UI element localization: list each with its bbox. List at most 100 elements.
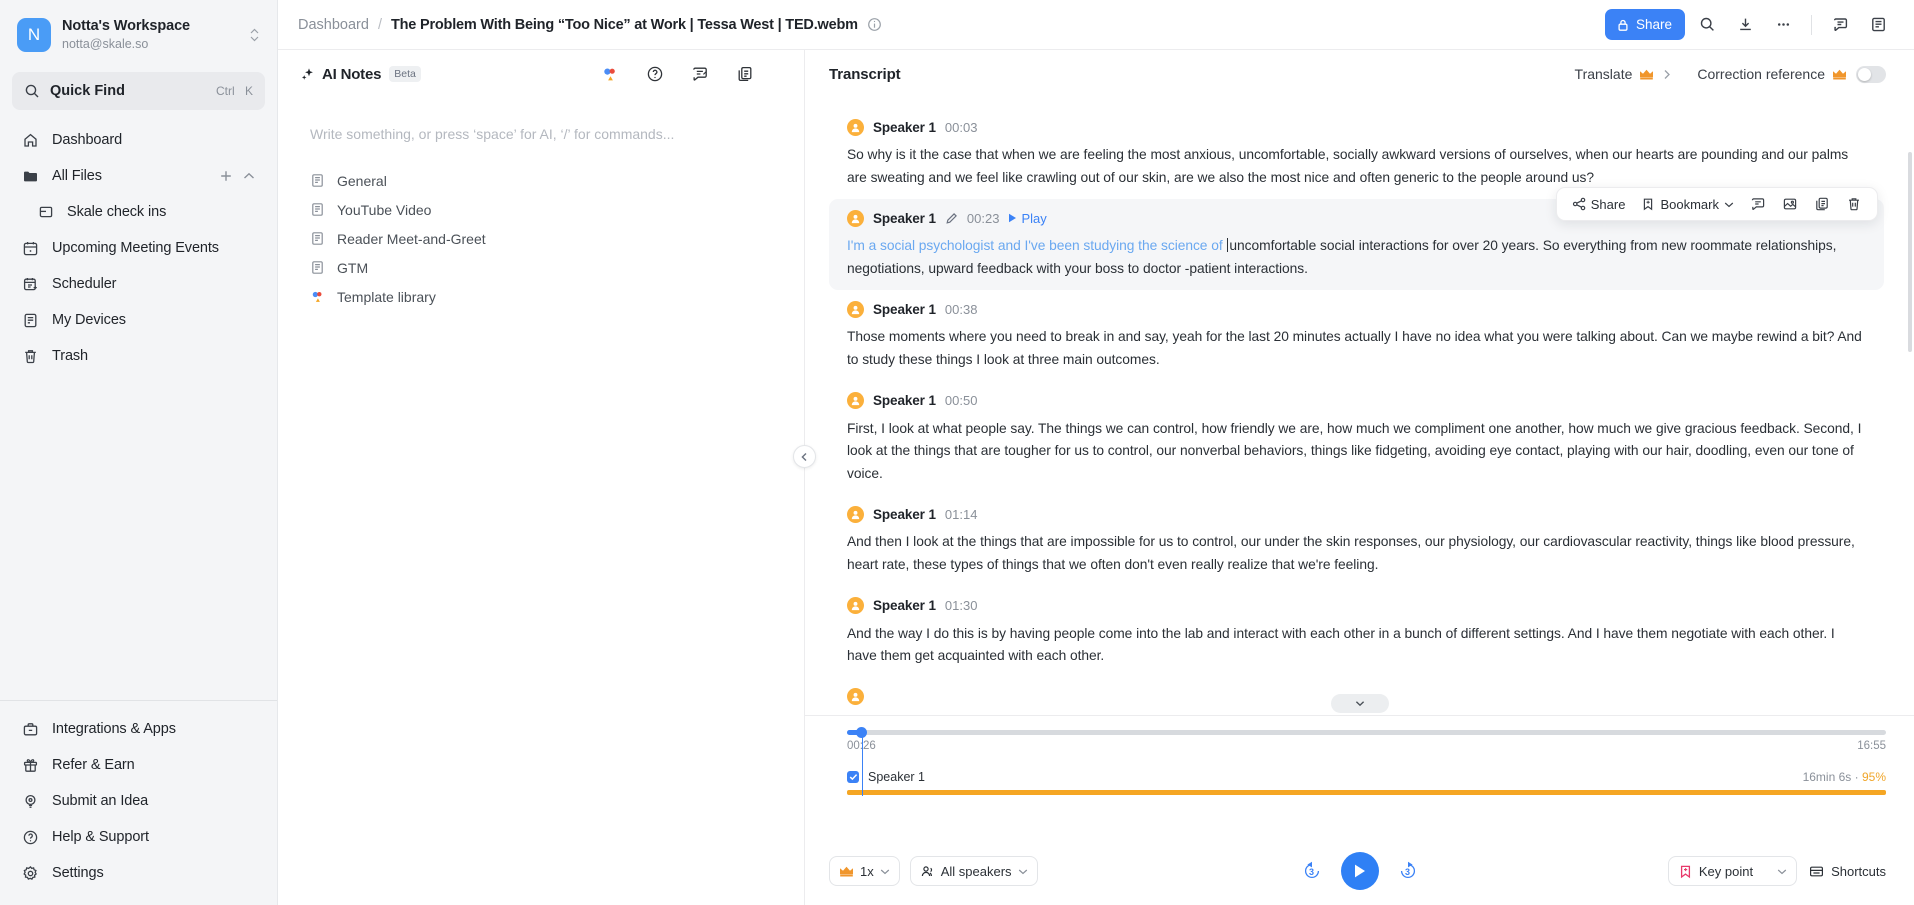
play-button[interactable]	[1340, 852, 1379, 890]
key-point-selector[interactable]: Key point	[1667, 856, 1798, 886]
speaker-track-checkbox[interactable]	[847, 771, 859, 783]
segment-copy-button[interactable]	[1806, 190, 1838, 218]
transcript-segment-active[interactable]: Share Bookmark Speaker 1 00:23 Play I'm …	[829, 187, 1884, 291]
note-item-template-library[interactable]: Template library	[310, 282, 772, 311]
sidebar-item-upcoming-meeting-events[interactable]: Upcoming Meeting Events	[12, 230, 265, 266]
chevron-up-icon[interactable]	[243, 172, 255, 180]
template-library-icon[interactable]	[601, 65, 619, 83]
speaker-name: Speaker 1	[873, 598, 936, 614]
segment-timestamp[interactable]: 01:14	[945, 507, 978, 522]
segment-play-button[interactable]: Play	[1008, 211, 1047, 226]
sidebar-item-label: Help & Support	[52, 829, 149, 845]
help-circle-icon[interactable]	[646, 65, 664, 83]
sidebar-item-help-support[interactable]: Help & Support	[12, 819, 265, 855]
speaker-filter-selector[interactable]: All speakers	[909, 856, 1038, 886]
playback-speed-selector[interactable]: 1x	[829, 856, 900, 886]
comment-icon[interactable]	[1824, 9, 1856, 41]
transcript-scroll-area[interactable]: Speaker 1 00:03 So why is it the case th…	[805, 98, 1914, 715]
sidebar-bottom-nav: Integrations & Apps Refer & Earn Submit …	[0, 700, 277, 905]
sidebar-item-my-devices[interactable]: My Devices	[12, 302, 265, 338]
player-timeline: 00:26 16:55 Speaker 1 16min 6s ·	[805, 715, 1914, 837]
sidebar-item-label: Dashboard	[52, 132, 123, 148]
segment-timestamp[interactable]: 00:50	[945, 393, 978, 408]
segment-text[interactable]: And then I look at the things that are i…	[847, 531, 1866, 576]
edit-speaker-icon[interactable]	[945, 212, 958, 225]
copy-icon[interactable]	[736, 65, 754, 83]
segment-text[interactable]: Those moments where you need to break in…	[847, 326, 1866, 371]
note-item-gtm[interactable]: GTM	[310, 253, 772, 282]
segment-text[interactable]: First, I look at what people say. The th…	[847, 418, 1866, 486]
segment-timestamp[interactable]: 00:03	[945, 120, 978, 135]
download-icon[interactable]	[1729, 9, 1761, 41]
segment-image-button[interactable]	[1774, 190, 1806, 218]
sidebar-item-dashboard[interactable]: Dashboard	[12, 122, 265, 158]
timeline-track[interactable]	[847, 727, 1886, 738]
note-item-reader-meet-and-greet[interactable]: Reader Meet-and-Greet	[310, 224, 772, 253]
crown-icon	[1832, 68, 1847, 80]
transcript-segment[interactable]: Speaker 1 00:38 Those moments where you …	[829, 290, 1884, 381]
note-item-youtube-video[interactable]: YouTube Video	[310, 195, 772, 224]
segment-text[interactable]: I'm a social psychologist and I've been …	[847, 235, 1866, 280]
quick-find-button[interactable]: Quick Find Ctrl K	[12, 72, 265, 110]
speaker-track-sep: ·	[1854, 770, 1859, 784]
forward-3s-button[interactable]: 3	[1397, 860, 1419, 882]
transcript-segment[interactable]: Speaker 1 00:03 So why is it the case th…	[829, 108, 1884, 199]
breadcrumb-dashboard[interactable]: Dashboard	[298, 17, 369, 33]
segment-share-button[interactable]: Share	[1564, 190, 1634, 218]
plus-icon[interactable]	[219, 169, 233, 183]
rewind-3s-button[interactable]: 3	[1301, 860, 1323, 882]
note-item-general[interactable]: General	[310, 166, 772, 195]
briefcase-icon	[22, 721, 39, 738]
panel-icon[interactable]	[1862, 9, 1894, 41]
correction-reference-toggle[interactable]: Correction reference	[1697, 65, 1886, 83]
segment-comment-button[interactable]	[1742, 190, 1774, 218]
segment-delete-button[interactable]	[1838, 190, 1870, 218]
segment-bookmark-button[interactable]: Bookmark	[1633, 190, 1742, 218]
sidebar-item-submit-an-idea[interactable]: Submit an Idea	[12, 783, 265, 819]
trash-icon	[22, 348, 39, 365]
player-transport: 3 3	[1301, 852, 1419, 890]
sidebar-item-label: All Files	[52, 168, 102, 184]
sidebar-item-trash[interactable]: Trash	[12, 338, 265, 374]
transcript-segment[interactable]: Speaker 1 01:30 And the way I do this is…	[829, 587, 1884, 678]
doc-icon	[310, 231, 325, 246]
segment-text[interactable]: So why is it the case that when we are f…	[847, 144, 1866, 189]
sidebar-item-integrations-apps[interactable]: Integrations & Apps	[12, 711, 265, 747]
speaker-name: Speaker 1	[873, 119, 936, 135]
info-icon[interactable]	[867, 17, 882, 32]
speaker-waveform[interactable]	[847, 790, 1886, 795]
sidebar-item-skale-check-ins[interactable]: Skale check ins	[12, 194, 265, 230]
player-controls-right: Key point Shortcuts	[1667, 856, 1886, 886]
sidebar-item-settings[interactable]: Settings	[12, 855, 265, 891]
sidebar-item-scheduler[interactable]: Scheduler	[12, 266, 265, 302]
total-time: 16:55	[1857, 740, 1886, 752]
feedback-icon[interactable]	[691, 65, 709, 83]
notes-editor-placeholder[interactable]: Write something, or press ‘space’ for AI…	[310, 124, 772, 144]
segment-text[interactable]: And the way I do this is by having peopl…	[847, 623, 1866, 668]
segment-timestamp[interactable]: 01:30	[945, 598, 978, 613]
toggle-switch[interactable]	[1856, 65, 1886, 83]
collapse-panel-button[interactable]	[793, 445, 816, 468]
speaker-avatar	[847, 300, 864, 318]
search-icon[interactable]	[1691, 9, 1723, 41]
segment-timestamp[interactable]: 00:23	[967, 211, 1000, 226]
transcript-title: Transcript	[829, 65, 901, 83]
chevron-updown-icon[interactable]	[245, 28, 263, 42]
scrollbar-thumb[interactable]	[1908, 152, 1912, 352]
transcript-segment[interactable]: Speaker 1 01:14 And then I look at the t…	[829, 495, 1884, 586]
segment-timestamp[interactable]: 00:38	[945, 302, 978, 317]
speaker-track-name: Speaker 1	[868, 770, 925, 784]
speaker-track-meta: 16min 6s · 95%	[1803, 770, 1886, 784]
translate-button[interactable]: Translate	[1575, 66, 1672, 82]
segment-text-highlighted: I'm a social psychologist and I've been …	[847, 238, 1227, 254]
workspace-switcher[interactable]: N Notta's Workspace notta@skale.so	[0, 0, 277, 66]
sidebar-item-refer-earn[interactable]: Refer & Earn	[12, 747, 265, 783]
gear-icon	[22, 865, 39, 882]
more-icon[interactable]	[1767, 9, 1799, 41]
shortcuts-button[interactable]: Shortcuts	[1809, 864, 1886, 879]
transcript-segment[interactable]: Speaker 1 00:50 First, I look at what pe…	[829, 382, 1884, 496]
scroll-down-button[interactable]	[1330, 694, 1389, 713]
share-button[interactable]: Share	[1604, 9, 1685, 40]
sidebar-item-all-files[interactable]: All Files	[12, 158, 265, 194]
speaker-track-row: Speaker 1 16min 6s · 95%	[829, 770, 1886, 784]
